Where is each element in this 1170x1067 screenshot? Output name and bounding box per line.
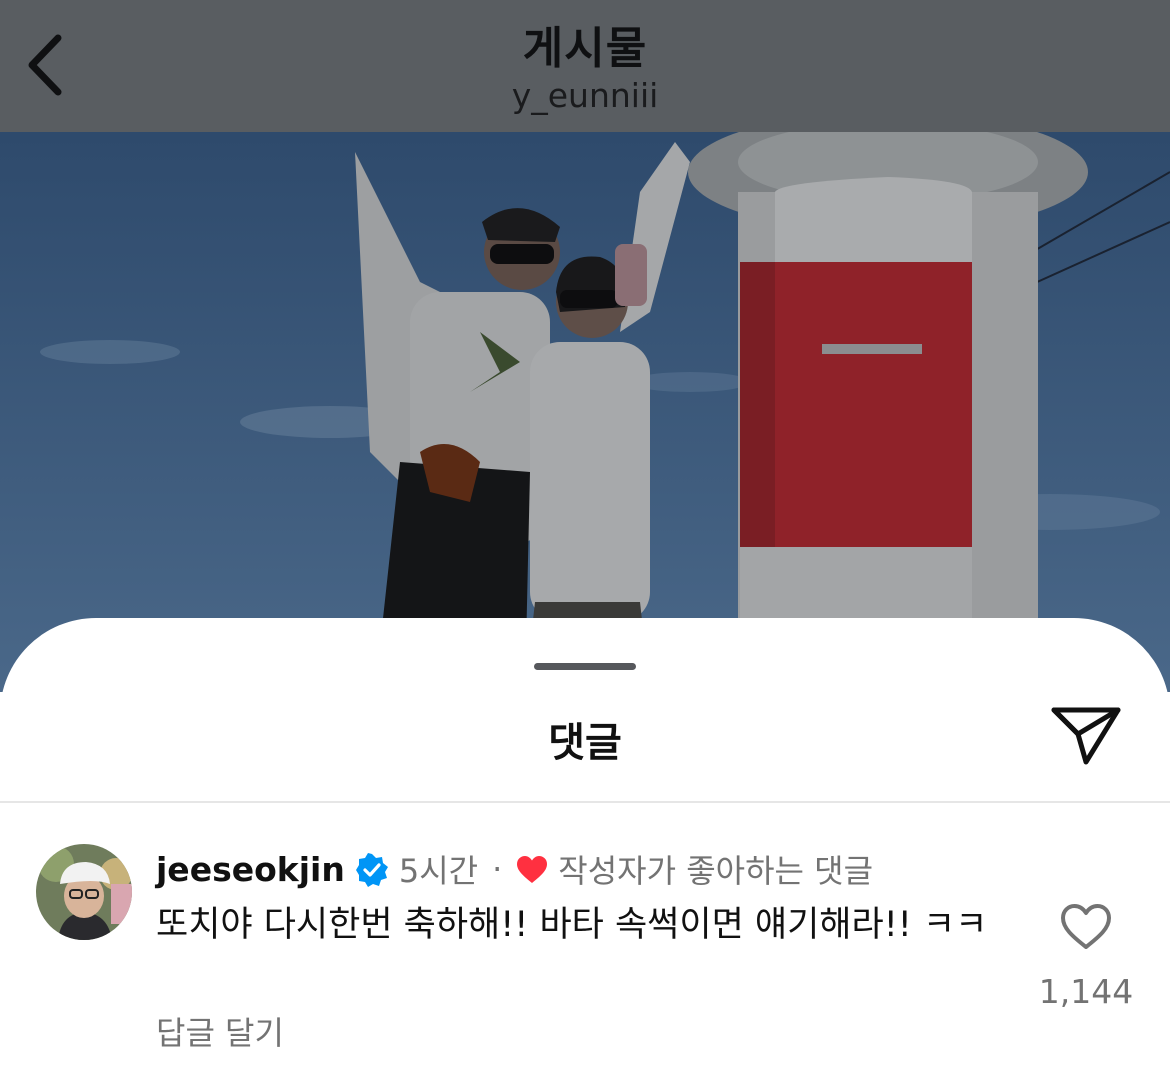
paper-plane-icon[interactable]: [1046, 700, 1126, 772]
avatar-image: [36, 844, 132, 940]
separator-dot: ·: [492, 850, 503, 888]
sheet-grabber[interactable]: [534, 663, 636, 670]
verified-badge-icon: [355, 853, 388, 887]
like-count: 1,144: [1038, 972, 1134, 1011]
post-photo-illustration: [0, 132, 1170, 692]
comments-title: 댓글: [548, 720, 622, 766]
comments-sheet: 댓글: [0, 618, 1170, 1067]
comment-text: 또치야 다시한번 축하해!! 바타 속썩이면 얘기해라!! ㅋㅋ: [156, 905, 988, 945]
avatar[interactable]: [36, 844, 132, 940]
reply-button[interactable]: 답글 달기: [156, 1008, 284, 1054]
heart-outline-icon[interactable]: [1060, 903, 1112, 951]
comment-time: 5시간: [398, 852, 479, 890]
post-photo[interactable]: [0, 132, 1170, 692]
post-author-username[interactable]: y_eunniii: [0, 76, 1170, 115]
page-title: 게시물: [522, 23, 648, 74]
liked-by-author-label: 작성자가 좋아하는 댓글: [558, 852, 874, 890]
post-header: 게시물 y_eunniii: [0, 0, 1170, 132]
comment-username[interactable]: jeeseokjin: [156, 850, 345, 889]
comment-header: jeeseokjin 5시간 · 작성자가 좋아하는 댓글: [156, 846, 873, 892]
sheet-divider: [0, 801, 1170, 803]
red-heart-icon: [517, 856, 548, 883]
